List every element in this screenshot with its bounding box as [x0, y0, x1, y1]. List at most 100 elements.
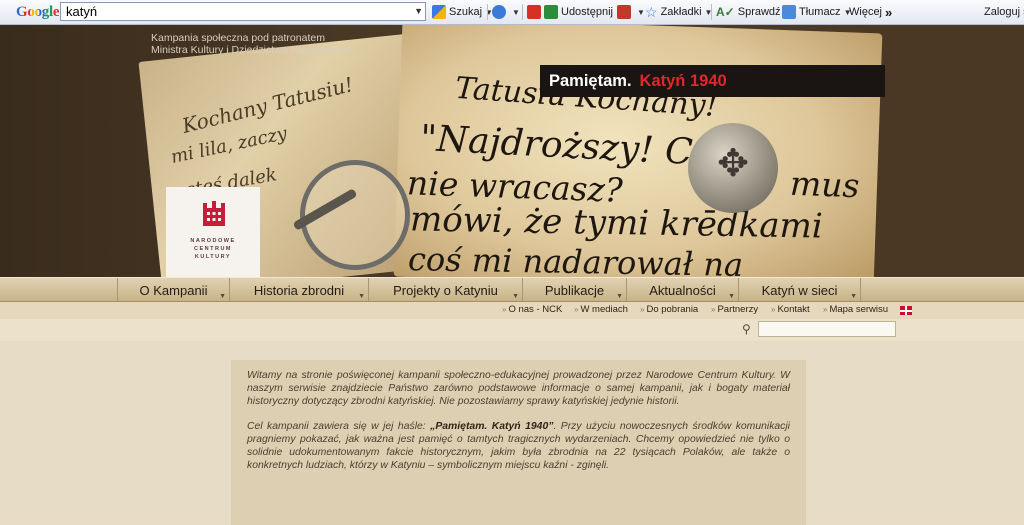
handwriting-decoration: coś mi nadarował na — [407, 240, 744, 277]
search-button[interactable]: Szukaj ▼ — [432, 0, 493, 24]
eagle-icon: ✥ — [717, 143, 749, 185]
intro-paragraph: Witamy na stronie poświęconej kampanii s… — [247, 370, 790, 408]
subnav-do-pobrania[interactable]: » Do pobrania — [640, 304, 698, 315]
eagle-button-image: ✥ — [688, 123, 778, 213]
logo-line: CENTRUM — [194, 246, 232, 252]
chevron-down-icon: ▼ — [512, 7, 520, 17]
google-search-icon — [432, 5, 446, 19]
spellcheck-label: Sprawdź — [737, 6, 781, 18]
bullet-icon: » — [711, 305, 716, 314]
main-nav: O Kampanii ▼ Historia zbrodni ▼ Projekty o… — [0, 277, 1024, 302]
google-logo-text: Google — [16, 3, 60, 20]
search-button-label: Szukaj — [449, 6, 483, 18]
nav-publikacje[interactable]: Publikacje ▼ — [522, 278, 626, 302]
nav-label: O Kampanii — [139, 282, 208, 298]
share-icon — [544, 5, 558, 19]
nav-projekty-o-katyniu[interactable]: Projekty o Katyniu ▼ — [368, 278, 522, 302]
bullet-icon: » — [574, 305, 579, 314]
main-content: Witamy na stronie poświęconej kampanii s… — [0, 341, 1024, 525]
toolbar-search-box[interactable]: ▼ — [60, 2, 426, 21]
logo-line: NARODOWE — [190, 238, 236, 244]
toolbar-separator — [522, 4, 523, 20]
patronage-line: Kampania społeczna pod patronatem — [151, 32, 325, 44]
subnav-mapa-serwisu[interactable]: » Mapa serwisu — [823, 304, 888, 315]
search-icon[interactable]: ⚲ — [742, 322, 751, 336]
bullet-icon: » — [771, 305, 776, 314]
toolbar-separator — [487, 4, 488, 20]
subnav-label: Mapa serwisu — [829, 304, 889, 315]
nav-label: Historia zbrodni — [253, 282, 345, 298]
chevron-down-icon: ▼ — [219, 293, 226, 300]
toolbar-search-input[interactable] — [61, 3, 406, 19]
subnav-o-nas[interactable]: » O nas - NCK — [502, 304, 562, 315]
bookmarks-button[interactable]: ☆ Zakładki ▼ — [645, 0, 712, 24]
subnav-label: Kontakt — [777, 304, 810, 315]
intro-paragraph: Cel kampanii zawiera się w jej haśle: „P… — [247, 420, 790, 473]
chevron-down-icon: ▼ — [850, 293, 857, 300]
patronage-text: Kampania społeczna pod patronatem Minist… — [151, 32, 350, 56]
translate-icon — [782, 5, 796, 19]
chevron-down-icon: ▼ — [728, 293, 735, 300]
tagline-part2: Katyń 1940 — [639, 71, 727, 90]
gmail-button[interactable] — [527, 0, 544, 24]
handwriting-decoration: mus — [789, 163, 861, 206]
intro-box: Witamy na stronie poświęconej kampanii s… — [231, 360, 806, 525]
tagline-part1: Pamiętam. — [549, 71, 632, 90]
login-link[interactable]: Zaloguj si — [984, 0, 1024, 24]
subnav-label: W mediach — [580, 304, 628, 315]
google-toolbar: Google ▼ Szukaj ▼ ▼ Udostępnij ▼ ▼ ☆ Zak… — [0, 0, 1024, 25]
subnav-label: Partnerzy — [717, 304, 759, 315]
bullet-icon: » — [823, 305, 828, 314]
translate-label: Tłumacz — [799, 6, 841, 18]
chevron-down-icon: ▼ — [616, 293, 623, 300]
site-search-input[interactable] — [758, 321, 896, 337]
logo-line: KULTURY — [194, 254, 232, 260]
intro-text: Cel kampanii zawiera się w jej haśle: — [247, 420, 431, 432]
subnav-label: O nas - NCK — [508, 304, 563, 315]
login-label: Zaloguj si — [984, 6, 1024, 18]
nav-katyn-w-sieci[interactable]: Katyń w sieci ▼ — [738, 278, 861, 302]
pagerank-button[interactable]: ▼ — [617, 0, 645, 24]
nav-label: Projekty o Katyniu — [393, 282, 498, 298]
plus-icon — [492, 5, 506, 19]
gmail-icon — [527, 5, 541, 19]
more-button[interactable]: Więcej » — [849, 0, 892, 24]
nck-logo[interactable]: NARODOWE CENTRUM KULTURY — [166, 187, 260, 277]
subnav-kontakt[interactable]: » Kontakt — [771, 304, 810, 315]
subnav-label: Do pobrania — [646, 304, 699, 315]
chevron-down-icon: ▼ — [512, 293, 519, 300]
search-history-dropdown-icon[interactable]: ▼ — [414, 3, 423, 20]
site-search-row: ⚲ — [0, 319, 1024, 341]
castle-icon — [203, 201, 225, 226]
chevron-down-icon: ▼ — [358, 293, 365, 300]
share-button[interactable]: Udostępnij ▼ — [544, 0, 624, 24]
nav-o-kampanii[interactable]: O Kampanii ▼ — [117, 278, 229, 302]
bookmarks-label: Zakładki — [660, 6, 702, 18]
add-button[interactable]: ▼ — [492, 0, 520, 24]
nav-label: Publikacje — [544, 282, 605, 298]
translate-button[interactable]: Tłumacz ▼ — [782, 0, 851, 24]
subnav-w-mediach[interactable]: » W mediach — [574, 304, 628, 315]
handwriting-decoration: mówi, że tymi krēdkami — [409, 199, 823, 247]
share-label: Udostępnij — [561, 6, 613, 18]
campaign-slogan: „Pamiętam. Katyń 1940” — [430, 420, 554, 432]
nav-label: Katyń w sieci — [761, 282, 838, 298]
spellcheck-button[interactable]: A✓ Sprawdź ▼ — [716, 0, 791, 24]
subnav-partnerzy[interactable]: » Partnerzy — [711, 304, 758, 315]
spellcheck-icon: A✓ — [716, 5, 735, 19]
nav-historia-zbrodni[interactable]: Historia zbrodni ▼ — [229, 278, 368, 302]
chevron-down-icon: ▼ — [637, 7, 645, 17]
bullet-icon: » — [640, 305, 645, 314]
toolbar-separator — [711, 4, 712, 20]
nav-aktualnosci[interactable]: Aktualności ▼ — [626, 278, 738, 302]
google-logo[interactable]: Google — [16, 0, 60, 24]
patronage-line: Ministra Kultury i Dziedzictwa Narodoweg… — [151, 44, 350, 56]
nck-logo-text: NARODOWE CENTRUM KULTURY — [166, 237, 260, 261]
site-header: Kochany Tatusiu! mi lila, zaczy esteś da… — [0, 25, 1024, 277]
more-label: Więcej — [849, 6, 883, 18]
nav-label: Aktualności — [649, 282, 716, 298]
secondary-nav: » O nas - NCK » W mediach » Do pobrania » Pa… — [0, 302, 1024, 319]
english-flag-icon[interactable] — [900, 306, 912, 315]
campaign-tagline: Pamiętam. Katyń 1940 — [540, 65, 885, 97]
pagerank-icon — [617, 5, 631, 19]
